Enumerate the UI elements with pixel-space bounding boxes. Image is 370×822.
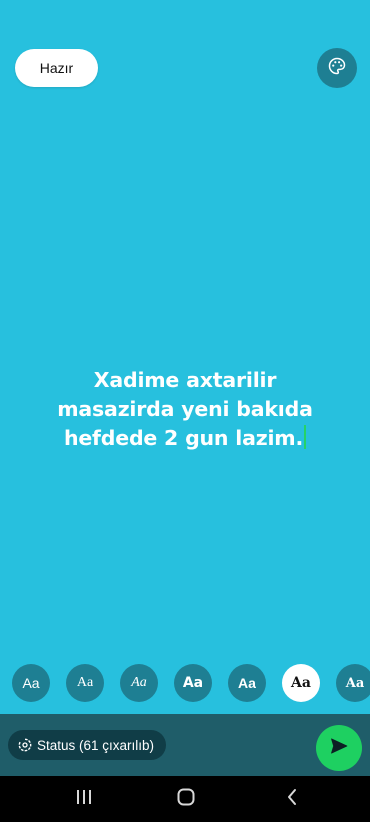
send-icon [329, 736, 349, 761]
status-text-line-content: hefdede 2 gun lazim. [63, 426, 304, 450]
recents-icon [75, 789, 93, 810]
back-button[interactable] [280, 786, 304, 812]
bottom-bar: Status (61 çıxarılıb) [0, 714, 370, 776]
palette-button[interactable] [317, 48, 357, 88]
font-option-italic-script[interactable]: Aa [120, 664, 158, 702]
recents-button[interactable] [72, 786, 96, 812]
status-ring-icon [18, 738, 32, 752]
font-option-label: Aa [182, 675, 204, 691]
status-text-input[interactable]: Xadime axtarilir masazirda yeni bakıda h… [20, 366, 350, 453]
send-button[interactable] [316, 725, 362, 771]
font-option-label: Aa [238, 675, 256, 691]
font-option-bold-rounded[interactable]: Aa [174, 664, 212, 702]
font-picker: Aa Aa Aa Aa Aa Aa Aa [0, 664, 370, 702]
font-option-bold-condensed[interactable]: Aa [228, 664, 266, 702]
status-privacy-button[interactable]: Status (61 çıxarılıb) [8, 730, 167, 760]
status-text-line: masazirda yeni bakıda [57, 397, 313, 421]
status-privacy-label: Status (61 çıxarılıb) [37, 737, 155, 753]
status-text-canvas[interactable]: Hazır Xadime axtarilir masazirda yeni ba… [0, 0, 370, 714]
font-option-label: Aa [131, 675, 147, 690]
font-option-label: Aa [76, 675, 94, 690]
status-text-line: Xadime axtarilir [93, 368, 277, 392]
font-option-label: Aa [291, 675, 311, 691]
font-option-bold-serif[interactable]: Aa [282, 664, 320, 702]
home-icon [176, 787, 196, 812]
system-nav-bar [0, 776, 370, 822]
back-icon [285, 788, 299, 811]
font-option-label: Aa [345, 675, 365, 691]
font-option-serif[interactable]: Aa [66, 664, 104, 702]
home-button[interactable] [174, 786, 198, 812]
text-cursor [304, 425, 307, 449]
font-option-label: Aa [22, 675, 40, 691]
font-option-sans[interactable]: Aa [12, 664, 50, 702]
font-option-slab[interactable]: Aa [336, 664, 370, 702]
palette-icon [327, 56, 347, 81]
status-text-line: hefdede 2 gun lazim. [20, 424, 350, 453]
done-button[interactable]: Hazır [15, 49, 98, 87]
